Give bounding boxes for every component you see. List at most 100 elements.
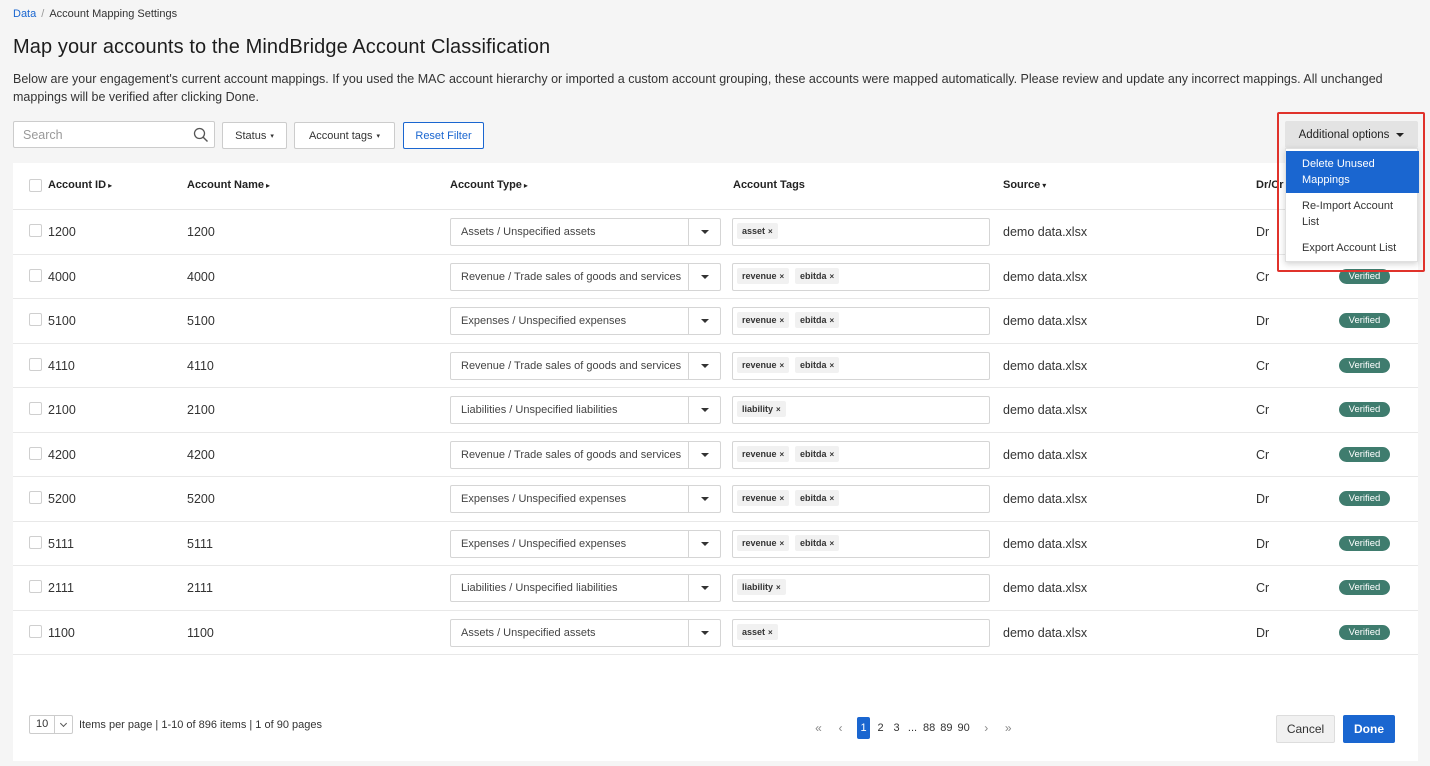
header-source[interactable]: Source ▾	[1003, 179, 1046, 191]
dropdown-arrow-icon[interactable]	[688, 352, 720, 379]
remove-tag-icon[interactable]: ×	[780, 494, 785, 503]
remove-tag-icon[interactable]: ×	[768, 628, 773, 637]
account-type-select[interactable]: Revenue / Trade sales of goods and servi…	[450, 262, 721, 291]
account-tag-label: revenue	[742, 448, 777, 459]
row-checkbox[interactable]	[29, 313, 42, 326]
header-account-type-label: Account Type	[450, 179, 522, 191]
account-type-select[interactable]: Expenses / Unspecified expenses	[450, 307, 721, 335]
dropdown-arrow-icon[interactable]	[688, 219, 720, 245]
dr-cr-cell: Cr	[1256, 447, 1270, 462]
row-checkbox[interactable]	[29, 224, 42, 237]
page-number[interactable]: 3	[891, 722, 902, 734]
account-tags-input[interactable]: revenue × ebitda ×	[732, 307, 990, 335]
remove-tag-icon[interactable]: ×	[780, 361, 785, 370]
dropdown-arrow-icon[interactable]	[688, 308, 720, 334]
table-row: 2111 2111 Liabilities / Unspecified liabil…	[13, 566, 1418, 611]
reset-filter-button[interactable]: Reset Filter	[403, 122, 484, 149]
page-number[interactable]: 89	[940, 722, 952, 734]
remove-tag-icon[interactable]: ×	[780, 316, 785, 325]
account-tags-input[interactable]: revenue × ebitda ×	[732, 529, 990, 558]
chevron-down-icon	[54, 716, 72, 733]
menu-item-reimport-account-list[interactable]: Re-Import Account List	[1286, 198, 1419, 234]
remove-tag-icon[interactable]: ×	[776, 583, 781, 592]
remove-tag-icon[interactable]: ×	[780, 272, 785, 281]
account-type-select[interactable]: Assets / Unspecified assets	[450, 618, 721, 647]
account-tags-input[interactable]: asset ×	[732, 218, 990, 246]
account-type-select[interactable]: Liabilities / Unspecified liabilities	[450, 574, 721, 602]
row-checkbox[interactable]	[29, 535, 42, 549]
items-per-page-select[interactable]: 10	[29, 715, 73, 734]
dropdown-arrow-icon[interactable]	[688, 619, 720, 646]
previous-page-icon[interactable]: ‹	[835, 721, 846, 735]
account-type-select[interactable]: Revenue / Trade sales of goods and servi…	[450, 440, 721, 469]
menu-item-delete-unused-mappings[interactable]: Delete Unused Mappings	[1286, 151, 1419, 193]
account-type-value: Revenue / Trade sales of goods and servi…	[461, 448, 682, 461]
remove-tag-icon[interactable]: ×	[830, 361, 835, 370]
status-filter-button[interactable]: Status ▾	[222, 122, 287, 149]
account-type-select[interactable]: Assets / Unspecified assets	[450, 218, 721, 246]
page-number[interactable]: 90	[958, 722, 970, 734]
next-page-icon[interactable]: ›	[981, 721, 992, 735]
select-all-checkbox[interactable]	[29, 179, 42, 192]
dropdown-arrow-icon[interactable]	[688, 441, 720, 468]
header-account-name-label: Account Name	[187, 179, 265, 191]
row-checkbox[interactable]	[29, 491, 42, 504]
breadcrumb-data-link[interactable]: Data	[13, 8, 36, 20]
account-tag-label: liability	[742, 582, 774, 592]
remove-tag-icon[interactable]: ×	[780, 450, 785, 459]
menu-item-export-account-list[interactable]: Export Account List	[1286, 240, 1419, 260]
last-page-icon[interactable]: »	[1003, 721, 1014, 735]
first-page-icon[interactable]: «	[813, 721, 824, 735]
row-checkbox[interactable]	[29, 268, 42, 282]
remove-tag-icon[interactable]: ×	[830, 494, 835, 503]
remove-tag-icon[interactable]: ×	[776, 405, 781, 414]
remove-tag-icon[interactable]: ×	[830, 539, 835, 548]
account-type-value: Revenue / Trade sales of goods and servi…	[461, 270, 682, 283]
row-checkbox[interactable]	[29, 624, 42, 638]
dropdown-arrow-icon[interactable]	[688, 397, 720, 423]
account-tags-input[interactable]: revenue × ebitda ×	[732, 351, 990, 380]
table-row: 5200 5200 Expenses / Unspecified expenses r…	[13, 477, 1418, 522]
dropdown-arrow-icon[interactable]	[688, 530, 720, 557]
additional-options-button[interactable]: Additional options	[1285, 121, 1418, 148]
row-checkbox[interactable]	[29, 580, 42, 593]
done-button[interactable]: Done	[1343, 715, 1395, 743]
dropdown-arrow-icon[interactable]	[688, 263, 720, 290]
row-checkbox[interactable]	[29, 402, 42, 415]
remove-tag-icon[interactable]: ×	[830, 316, 835, 325]
page-number[interactable]: 2	[875, 722, 886, 734]
cancel-button[interactable]: Cancel	[1276, 715, 1335, 743]
dr-cr-cell: Dr	[1256, 492, 1270, 506]
remove-tag-icon[interactable]: ×	[768, 227, 773, 236]
table-row: 1100 1100 Assets / Unspecified assets asset…	[13, 611, 1418, 655]
search-icon[interactable]	[193, 127, 209, 143]
account-tags-input[interactable]: revenue × ebitda ×	[732, 262, 990, 291]
dr-cr-cell: Cr	[1256, 269, 1270, 284]
caret-down-icon: ▾	[376, 132, 381, 140]
account-tags-input[interactable]: asset ×	[732, 618, 990, 647]
account-tags-input[interactable]: liability ×	[732, 574, 990, 602]
remove-tag-icon[interactable]: ×	[830, 272, 835, 281]
page-number[interactable]: 1	[857, 717, 870, 739]
remove-tag-icon[interactable]: ×	[780, 539, 785, 548]
account-tags-input[interactable]: revenue × ebitda ×	[732, 440, 990, 469]
account-type-select[interactable]: Expenses / Unspecified expenses	[450, 529, 721, 558]
header-account-type[interactable]: Account Type ▸	[450, 179, 528, 191]
header-account-id[interactable]: Account ID ▸	[48, 179, 112, 191]
account-tag: ebitda ×	[795, 534, 840, 551]
account-type-select[interactable]: Liabilities / Unspecified liabilities	[450, 396, 721, 424]
header-account-name[interactable]: Account Name ▸	[187, 179, 270, 191]
row-checkbox[interactable]	[29, 357, 42, 371]
remove-tag-icon[interactable]: ×	[830, 450, 835, 459]
search-input[interactable]	[14, 122, 184, 147]
account-tag-label: revenue	[742, 359, 777, 370]
account-tags-input[interactable]: revenue × ebitda ×	[732, 485, 990, 513]
dropdown-arrow-icon[interactable]	[688, 575, 720, 601]
account-type-select[interactable]: Revenue / Trade sales of goods and servi…	[450, 351, 721, 380]
dropdown-arrow-icon[interactable]	[688, 486, 720, 512]
account-type-select[interactable]: Expenses / Unspecified expenses	[450, 485, 721, 513]
account-tags-input[interactable]: liability ×	[732, 396, 990, 424]
account-tags-filter-button[interactable]: Account tags ▾	[294, 122, 395, 149]
row-checkbox[interactable]	[29, 446, 42, 460]
page-number[interactable]: 88	[923, 722, 935, 734]
